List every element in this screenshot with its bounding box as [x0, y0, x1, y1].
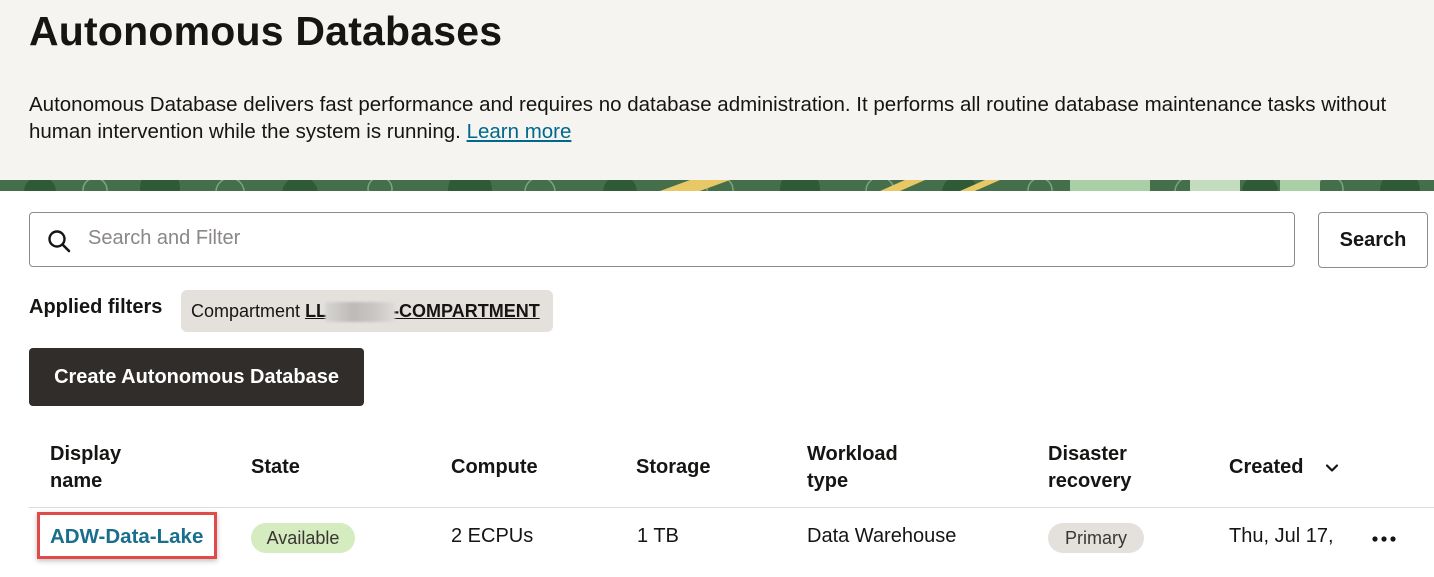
column-header-created[interactable]: Created — [1229, 454, 1303, 481]
database-name-link[interactable]: ADW-Data-Lake — [50, 523, 203, 550]
applied-filters-label: Applied filters — [29, 296, 163, 318]
learn-more-link[interactable]: Learn more — [467, 120, 572, 143]
compartment-filter-chip[interactable]: Compartment LL -COMPARTMENT — [181, 290, 553, 332]
page-header: Autonomous Databases Autonomous Database… — [0, 0, 1434, 180]
banner-pattern-image — [0, 180, 1434, 191]
state-badge: Available — [251, 523, 355, 553]
chevron-down-icon[interactable] — [1324, 460, 1340, 476]
description-text: Autonomous Database delivers fast perfor… — [29, 93, 1387, 143]
column-header-workload-type[interactable]: Workload type — [807, 441, 917, 495]
column-header-display-name[interactable]: Display name — [50, 441, 160, 495]
search-placeholder: Search and Filter — [88, 227, 241, 249]
search-button[interactable]: Search — [1318, 212, 1428, 268]
search-input[interactable]: Search and Filter — [29, 212, 1295, 267]
disaster-recovery-badge: Primary — [1048, 523, 1144, 553]
create-autonomous-database-button[interactable]: Create Autonomous Database — [29, 348, 364, 406]
column-header-state[interactable]: State — [251, 454, 300, 481]
filter-chip-value-prefix[interactable]: LL — [305, 301, 327, 321]
column-header-storage[interactable]: Storage — [636, 454, 710, 481]
column-header-disaster-recovery[interactable]: Disaster recovery — [1048, 441, 1148, 495]
page-description: Autonomous Database delivers fast perfor… — [29, 91, 1419, 145]
more-actions-icon[interactable] — [1370, 530, 1398, 544]
decorative-banner — [0, 180, 1434, 191]
page-title: Autonomous Databases — [29, 8, 503, 54]
search-icon — [48, 230, 71, 253]
column-header-compute[interactable]: Compute — [451, 454, 538, 481]
workload-type-cell: Data Warehouse — [807, 525, 957, 547]
redacted-blur — [325, 302, 396, 323]
compute-cell: 2 ECPUs — [451, 525, 534, 547]
table-header-divider — [29, 507, 1434, 508]
created-cell: Thu, Jul 17, — [1229, 525, 1334, 547]
filter-chip-value-suffix[interactable]: -COMPARTMENT — [393, 301, 540, 321]
filter-chip-key: Compartment — [191, 301, 301, 321]
storage-cell: 1 TB — [637, 525, 679, 547]
